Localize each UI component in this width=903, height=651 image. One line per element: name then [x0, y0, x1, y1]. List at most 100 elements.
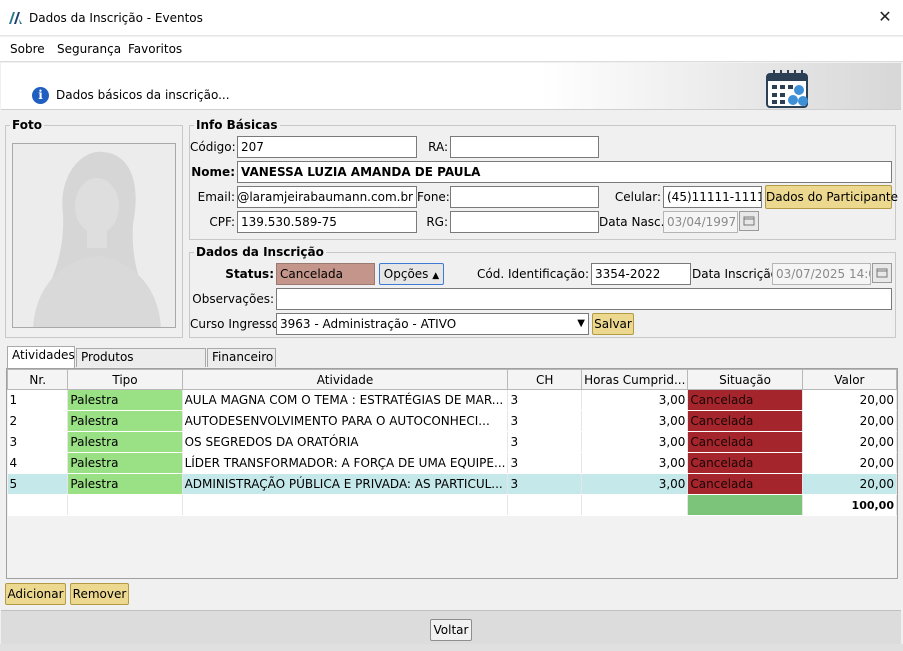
header-text: Dados básicos da inscrição...: [56, 88, 230, 102]
col-horas[interactable]: Horas Cumprid...: [581, 369, 689, 390]
triangle-up-icon: ▲: [432, 271, 440, 281]
col-atividade[interactable]: Atividade: [181, 369, 509, 390]
cell-tipo: Palestra: [67, 431, 183, 453]
cell-tipo: Palestra: [67, 410, 183, 432]
cell-valor: 20,00: [802, 389, 897, 411]
cell-nr: 5: [7, 473, 69, 495]
cell-horas: 3,00: [581, 431, 689, 453]
data-inscricao-label: Data Inscrição:: [692, 267, 783, 281]
email-field[interactable]: uula@laramjeirabaumann.com.br: [237, 186, 417, 208]
atividades-table: Nr. Tipo Atividade CH Horas Cumprid... S…: [7, 369, 897, 516]
opcoes-label: Opções: [383, 267, 429, 281]
cell-tipo: Palestra: [67, 452, 183, 474]
cell-horas: 3,00: [581, 410, 689, 432]
table-row-selected[interactable]: 5 Palestra ADMINISTRAÇÃO PÚBLICA E PRIVA…: [7, 473, 897, 495]
cell-atividade: OS SEGREDOS DA ORATÓRIA: [182, 431, 509, 453]
window-title: Dados da Inscrição - Eventos: [29, 11, 203, 25]
col-nr[interactable]: Nr.: [7, 369, 69, 390]
data-inscricao-field[interactable]: 03/07/2025 14:09: [772, 263, 871, 285]
tab-produtos-selecionados[interactable]: Produtos Selecionados: [76, 348, 206, 381]
cpf-field[interactable]: 139.530.589-75: [237, 211, 417, 233]
cell-horas: 3,00: [581, 473, 689, 495]
celular-field[interactable]: (45)11111-1111: [663, 186, 762, 208]
cell-ch: 3: [507, 431, 583, 453]
cod-ident-field[interactable]: 3354-2022: [591, 263, 691, 285]
background-window-strip: [0, 644, 903, 651]
cell-horas: 3,00: [581, 452, 689, 474]
info-icon: i: [32, 87, 49, 104]
total-situacao-cell: [687, 494, 803, 516]
fone-field[interactable]: [450, 186, 599, 208]
curso-value: 3963 - Administração - ATIVO: [280, 317, 457, 331]
cpf-label: CPF:: [209, 215, 235, 229]
opcoes-button[interactable]: Opções ▲: [379, 263, 444, 285]
remover-button[interactable]: Remover: [70, 583, 129, 605]
cell-atividade: LÍDER TRANSFORMADOR: A FORÇA DE UMA EQUI…: [182, 452, 509, 474]
dados-inscricao-title: Dados da Inscrição: [194, 245, 326, 259]
table-row[interactable]: 4 Palestra LÍDER TRANSFORMADOR: A FORÇA …: [7, 452, 897, 474]
cod-ident-label: Cód. Identificação:: [477, 267, 589, 281]
table-row[interactable]: 2 Palestra AUTODESENVOLVIMENTO PARA O AU…: [7, 410, 897, 432]
nome-field[interactable]: VANESSA LUZIA AMANDA DE PAULA: [237, 161, 892, 183]
curso-label: Curso Ingresso:: [190, 317, 284, 331]
col-situacao[interactable]: Situação: [687, 369, 803, 390]
cell-situacao: Cancelada: [687, 473, 803, 495]
table-row[interactable]: 3 Palestra OS SEGREDOS DA ORATÓRIA 3 3,0…: [7, 431, 897, 453]
cell-ch: 3: [507, 452, 583, 474]
celular-label: Celular:: [614, 190, 661, 204]
tab-atividades[interactable]: Atividades: [7, 346, 75, 368]
cell-horas: 3,00: [581, 389, 689, 411]
cell-atividade: ADMINISTRAÇÃO PÚBLICA E PRIVADA: AS PART…: [182, 473, 509, 495]
ra-field[interactable]: [450, 136, 599, 158]
salvar-button[interactable]: Salvar: [592, 313, 634, 335]
cell-situacao: Cancelada: [687, 389, 803, 411]
col-tipo[interactable]: Tipo: [67, 369, 183, 390]
photo-placeholder: [12, 143, 176, 328]
data-inscricao-calendar-icon[interactable]: [872, 263, 892, 283]
cell-valor: 20,00: [802, 473, 897, 495]
total-valor: 100,00: [802, 494, 897, 516]
table-row[interactable]: 1 Palestra AULA MAGNA COM O TEMA : ESTRA…: [7, 389, 897, 411]
col-ch[interactable]: CH: [507, 369, 583, 390]
cell-nr: 1: [7, 389, 69, 411]
cell-tipo: Palestra: [67, 389, 183, 411]
table-total-row: 100,00: [7, 494, 897, 516]
cell-situacao: Cancelada: [687, 452, 803, 474]
curso-select[interactable]: 3963 - Administração - ATIVO ▼: [276, 313, 589, 335]
cell-nr: 3: [7, 431, 69, 453]
person-silhouette-icon: [13, 144, 175, 327]
observacoes-label: Observações:: [192, 292, 274, 306]
menu-favoritos[interactable]: Favoritos: [128, 42, 182, 56]
ra-label: RA:: [428, 140, 448, 154]
cell-atividade: AUTODESENVOLVIMENTO PARA O AUTOCONHECI..…: [182, 410, 509, 432]
col-valor[interactable]: Valor: [801, 369, 897, 390]
close-icon[interactable]: ✕: [874, 6, 896, 28]
chevron-down-icon: ▼: [577, 318, 585, 329]
cell-nr: 2: [7, 410, 69, 432]
cell-ch: 3: [507, 473, 583, 495]
codigo-field[interactable]: 207: [237, 136, 417, 158]
app-logo-icon: [9, 12, 22, 24]
cell-valor: 20,00: [802, 431, 897, 453]
fone-label: Fone:: [417, 190, 450, 204]
data-nasc-calendar-icon[interactable]: [739, 211, 759, 231]
cell-nr: 4: [7, 452, 69, 474]
adicionar-button[interactable]: Adicionar: [5, 583, 66, 605]
rg-field[interactable]: [450, 211, 599, 233]
data-nasc-field[interactable]: 03/04/1997: [663, 211, 738, 233]
codigo-label: Código:: [190, 140, 236, 154]
cell-ch: 3: [507, 389, 583, 411]
tab-financeiro[interactable]: Financeiro: [207, 348, 276, 367]
foto-title: Foto: [10, 118, 44, 132]
data-nasc-label: Data Nasc.:: [599, 215, 669, 229]
voltar-button[interactable]: Voltar: [430, 619, 472, 641]
nome-label: Nome:: [191, 165, 235, 179]
menu-seguranca[interactable]: Segurança: [57, 42, 121, 56]
dados-participante-button[interactable]: Dados do Participante: [765, 185, 898, 209]
cell-tipo: Palestra: [67, 473, 183, 495]
observacoes-field[interactable]: [276, 288, 892, 310]
cell-ch: 3: [507, 410, 583, 432]
info-basicas-title: Info Básicas: [194, 118, 280, 132]
menu-sobre[interactable]: Sobre: [10, 42, 45, 56]
calendar-icon: [766, 70, 808, 108]
